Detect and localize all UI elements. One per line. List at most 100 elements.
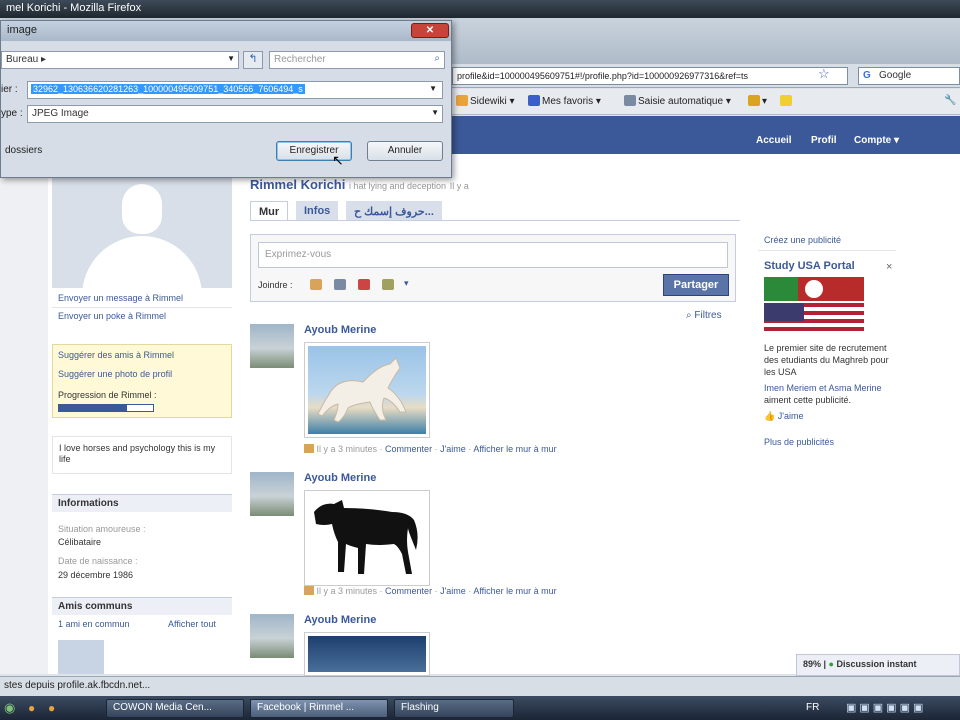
ad-like-button[interactable]: 👍 J'aime (764, 410, 896, 422)
ad-title[interactable]: Study USA Portal (764, 260, 855, 272)
post-author[interactable]: Ayoub Merine (304, 324, 376, 336)
chat-bar[interactable]: 89% | ● Discussion instant (796, 654, 960, 676)
wall-to-wall-link[interactable]: Afficher le mur à mur (473, 586, 556, 596)
thumbs-up-icon: 👍 (764, 411, 776, 421)
chat-status-icon: ● (828, 659, 834, 669)
post-type-icon (304, 444, 314, 453)
more-attach-icon[interactable]: ▾ (404, 278, 409, 289)
suggest-friends-link[interactable]: Suggérer des amis à Rimmel (58, 350, 174, 360)
location-dropdown[interactable]: Bureau ▸ ▼ (1, 51, 239, 69)
filetype-value: JPEG Image (32, 108, 89, 119)
send-message-link[interactable]: Envoyer un message à Rimmel (58, 293, 183, 303)
nav-account[interactable]: Compte ▾ (854, 135, 899, 146)
task-label: COWON Media Cen... (113, 702, 212, 713)
search-engine-box[interactable]: G Google (858, 67, 960, 85)
window-title-bar: mel Korichi - Mozilla Firefox (0, 0, 960, 18)
like-link[interactable]: J'aime (440, 444, 466, 454)
note-attach-icon[interactable] (382, 279, 394, 290)
photo-attach-icon[interactable] (310, 279, 322, 290)
page-margin (0, 154, 48, 674)
browse-folders-toggle[interactable]: dossiers (5, 145, 42, 156)
bookmark-sidewiki[interactable]: Sidewiki ▾ (456, 95, 515, 107)
tab-app[interactable]: حروف إسمك ح... (346, 201, 442, 221)
dialog-close-button[interactable]: ✕ (411, 23, 449, 38)
suggest-photo-link[interactable]: Suggérer une photo de profil (58, 369, 172, 379)
filename-input[interactable]: 32962_130636620281263_100000495609751_34… (27, 81, 443, 99)
post-time[interactable]: Il y a 3 minutes (317, 444, 378, 454)
filename-label: ier : (1, 84, 18, 95)
show-all-link[interactable]: Afficher tout (168, 619, 216, 629)
share-button[interactable]: Partager (663, 274, 729, 296)
dialog-search-input[interactable]: Rechercher ⌕ (269, 51, 445, 69)
save-image-dialog: image ✕ Bureau ▸ ▼ ↰ Rechercher ⌕ ier : 32… (0, 20, 452, 178)
post-author[interactable]: Ayoub Merine (304, 472, 376, 484)
profile-picture[interactable] (52, 178, 232, 288)
tab-wall[interactable]: Mur (250, 201, 289, 221)
black-horse-icon (314, 500, 418, 574)
task-cowon[interactable]: COWON Media Cen... (106, 699, 244, 718)
bookmark-autofill[interactable]: Saisie automatique ▾ (624, 95, 731, 107)
highlighter-bookmark[interactable] (780, 95, 794, 107)
send-poke-link[interactable]: Envoyer un poke à Rimmel (58, 311, 166, 321)
tray-icons[interactable]: ▣▣▣▣▣▣ (846, 701, 926, 714)
post-author-avatar[interactable] (250, 614, 294, 658)
post-author-avatar[interactable] (250, 324, 294, 368)
chevron-down-icon: ▼ (429, 84, 437, 93)
nav-profile[interactable]: Profil (811, 135, 837, 146)
comment-link[interactable]: Commenter (385, 444, 432, 454)
comment-link[interactable]: Commenter (385, 586, 432, 596)
bookmark-favorites[interactable]: Mes favoris ▾ (528, 95, 601, 107)
highlighter-icon (780, 95, 792, 106)
google-icon: G (863, 70, 871, 81)
tab-info[interactable]: Infos (296, 201, 339, 221)
post-photo-horse[interactable] (304, 632, 430, 676)
home-bookmark[interactable]: ▾ (748, 95, 767, 107)
like-link[interactable]: J'aime (440, 586, 466, 596)
ad-image[interactable] (764, 277, 864, 335)
status-bar: stes depuis profile.ak.fbcdn.net... (0, 676, 960, 696)
profile-name: Rimmel Korichi i hat lying and deception… (250, 177, 469, 192)
search-icon: ⌕ (434, 53, 440, 64)
task-facebook[interactable]: Facebook | Rimmel ... (250, 699, 388, 718)
more-ads-link[interactable]: Plus de publicités (764, 437, 834, 447)
task-label: Flashing (401, 702, 439, 713)
create-ad-link[interactable]: Créez une publicité (764, 235, 841, 245)
post-author[interactable]: Ayoub Merine (304, 614, 376, 626)
firefox-quicklaunch-icon[interactable]: ● (28, 701, 35, 715)
nav-home[interactable]: Accueil (756, 135, 792, 146)
progress-label: Progression de Rimmel : (58, 390, 157, 400)
chat-label: Discussion instant (836, 659, 917, 669)
back-arrow-icon[interactable]: ↰ (243, 51, 263, 69)
filetype-select[interactable]: JPEG Image ▼ (27, 105, 443, 123)
profile-name-text: Rimmel Korichi (250, 177, 346, 192)
task-flashing[interactable]: Flashing (394, 699, 514, 718)
nav-account-label: Compte (854, 135, 892, 146)
filters-link[interactable]: ⌕ Filtres (686, 310, 722, 321)
status-input[interactable]: Exprimez-vous (258, 242, 728, 268)
url-bar[interactable]: profile&id=100000495609751#!/profile.php… (452, 67, 848, 85)
language-indicator[interactable]: FR (806, 702, 819, 713)
post-author-avatar[interactable] (250, 472, 294, 516)
start-orb-icon[interactable]: ◉ (4, 700, 15, 716)
chevron-down-icon: ▼ (431, 108, 439, 117)
link-attach-icon[interactable] (334, 279, 346, 290)
zoom-level: 89% (803, 659, 822, 669)
mutual-friends-count[interactable]: 1 ami en commun (58, 619, 130, 629)
white-horse-icon (317, 357, 407, 423)
dialog-title: image (1, 21, 451, 41)
post-photo-black-horse[interactable] (304, 490, 430, 586)
wrench-icon[interactable]: 🔧 (944, 95, 956, 106)
home-icon (748, 95, 760, 106)
window-title: mel Korichi - Mozilla Firefox (6, 2, 142, 14)
mutual-friend-avatar[interactable] (58, 640, 104, 674)
ad-close-icon[interactable]: × (886, 261, 892, 273)
wall-to-wall-link[interactable]: Afficher le mur à mur (473, 444, 556, 454)
bookmark-star-icon[interactable]: ☆ (818, 66, 830, 82)
event-attach-icon[interactable] (358, 279, 370, 290)
ad-likers[interactable]: Imen Meriem et Asma Merine (764, 383, 882, 393)
post-time[interactable]: Il y a 3 minutes (317, 586, 378, 596)
cancel-button[interactable]: Annuler (367, 141, 443, 161)
media-quicklaunch-icon[interactable]: ● (48, 701, 55, 715)
post-photo-white-horse[interactable] (304, 342, 430, 438)
info-header: Informations (52, 494, 232, 512)
